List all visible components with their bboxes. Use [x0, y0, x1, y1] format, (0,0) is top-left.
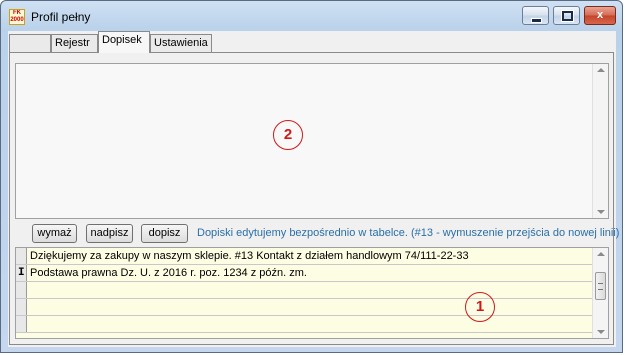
- annotation-marker-2: 2: [273, 120, 303, 150]
- annotation-marker-1: 1: [465, 292, 495, 322]
- tab-ustawienia[interactable]: Ustawienia: [150, 34, 212, 52]
- text-cursor-icon: I: [18, 267, 25, 279]
- table-cell[interactable]: Podstawa prawna Dz. U. z 2016 r. poz. 12…: [30, 267, 307, 280]
- row-indicator[interactable]: [16, 282, 27, 298]
- table-cell[interactable]: Dziękujemy za zakupy w naszym sklepie. #…: [30, 250, 469, 263]
- tab-blank[interactable]: [9, 34, 51, 52]
- table-row[interactable]: I Podstawa prawna Dz. U. z 2016 r. poz. …: [16, 265, 594, 282]
- scrollbar-thumb[interactable]: [595, 272, 606, 300]
- tab-rejestr[interactable]: Rejestr: [51, 34, 98, 52]
- table-row[interactable]: [16, 282, 594, 299]
- maximize-button[interactable]: [553, 6, 580, 25]
- table-row[interactable]: Dziękujemy za zakupy w naszym sklepie. #…: [16, 248, 594, 265]
- close-button[interactable]: x: [584, 6, 616, 25]
- table-row[interactable]: [16, 316, 594, 333]
- append-button[interactable]: dopisz: [141, 224, 188, 243]
- row-indicator[interactable]: [16, 248, 27, 264]
- scroll-down-icon[interactable]: [597, 210, 605, 214]
- window-client-area: Rejestr Dopisek Ustawienia 2 wymaż nadpi…: [8, 31, 620, 347]
- row-indicator[interactable]: [16, 299, 27, 315]
- minimize-button[interactable]: [522, 6, 549, 25]
- profile-window: FK 2000 Profil pełny x Rejestr Dopisek U…: [0, 0, 623, 353]
- table-row[interactable]: [16, 299, 594, 316]
- notes-grid[interactable]: Dziękujemy za zakupy w naszym sklepie. #…: [15, 247, 609, 339]
- grid-scrollbar[interactable]: [592, 248, 608, 338]
- scroll-up-icon[interactable]: [597, 252, 605, 256]
- title-bar[interactable]: FK 2000 Profil pełny x: [1, 1, 622, 31]
- scroll-down-icon[interactable]: [597, 330, 605, 334]
- row-indicator[interactable]: [16, 316, 27, 332]
- window-title: Profil pełny: [31, 10, 91, 24]
- note-memo[interactable]: 2: [15, 63, 609, 219]
- memo-scrollbar[interactable]: [592, 64, 608, 218]
- tab-dopisek[interactable]: Dopisek: [98, 31, 150, 53]
- row-indicator[interactable]: I: [16, 265, 27, 281]
- delete-button[interactable]: wymaż: [32, 224, 77, 243]
- scroll-up-icon[interactable]: [597, 68, 605, 72]
- hint-text: Dopiski edytujemy bezpośrednio w tabelce…: [197, 227, 620, 239]
- overwrite-button[interactable]: nadpisz: [86, 224, 133, 243]
- app-icon: FK 2000: [9, 9, 25, 25]
